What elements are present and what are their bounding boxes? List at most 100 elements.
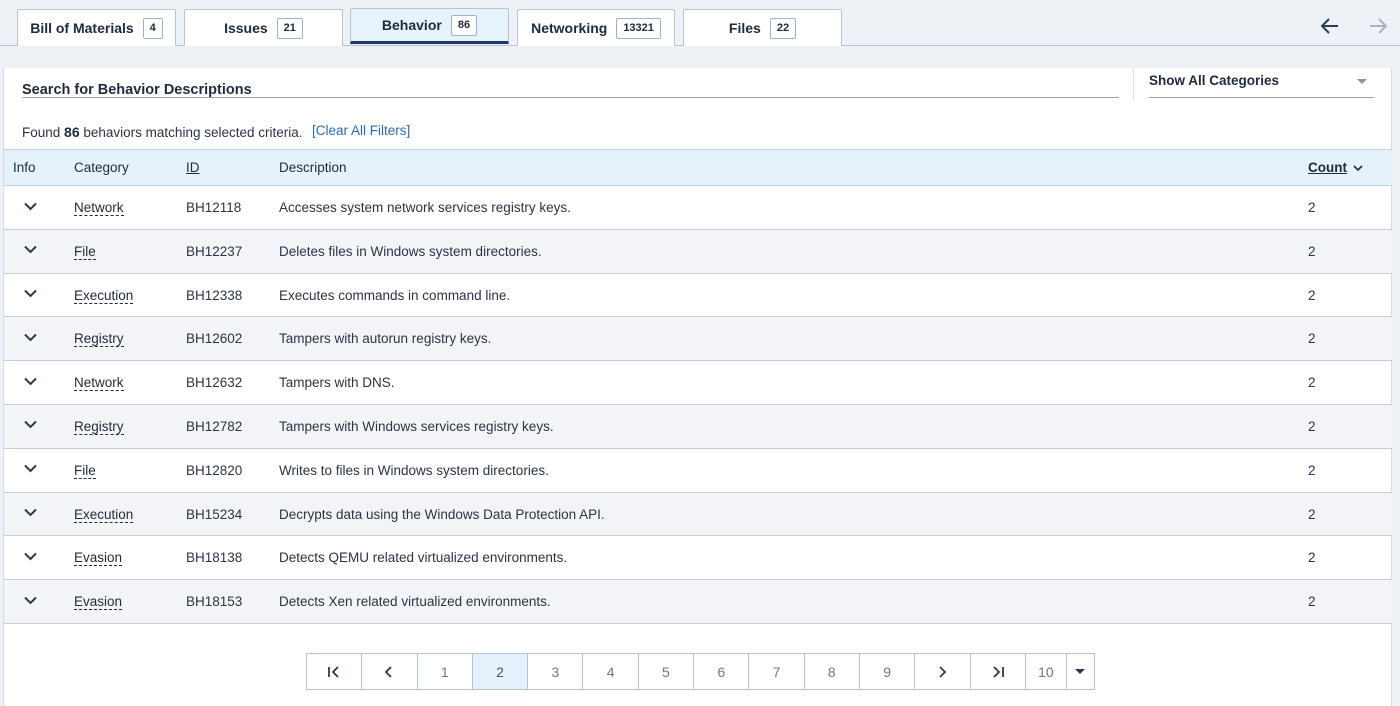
search-input[interactable]: Search for Behavior Descriptions [22, 82, 252, 98]
arrow-right-icon[interactable] [1366, 14, 1390, 38]
category-link[interactable]: File [74, 244, 96, 260]
tab-label: Issues [224, 20, 268, 36]
behavior-description: Detects Xen related virtualized environm… [279, 594, 551, 610]
chevron-down-icon[interactable] [22, 548, 38, 564]
category-link[interactable]: Evasion [74, 594, 123, 611]
page-button-7[interactable]: 7 [749, 654, 805, 689]
tab-behavior[interactable]: Behavior 86 [350, 8, 509, 44]
chevron-down-icon[interactable] [1357, 79, 1367, 84]
chevron-down-icon[interactable] [22, 329, 38, 345]
page-size-caret[interactable] [1065, 654, 1094, 689]
tab-label: Bill of Materials [30, 20, 134, 36]
page-size-value: 10 [1038, 663, 1054, 680]
first-page-icon [328, 665, 339, 678]
behavior-id: BH12632 [186, 375, 243, 391]
page-button-4[interactable]: 4 [583, 654, 639, 689]
last-page-icon [993, 665, 1004, 678]
category-link[interactable]: Network [74, 375, 124, 392]
table-body: Network BH12118 Accesses system network se… [4, 186, 1392, 624]
tab-count-badge: 21 [276, 17, 303, 39]
tab-bar: Bill of Materials 4 Issues 21 Behavior 8… [0, 0, 1400, 46]
tab-count-badge: 22 [769, 17, 797, 39]
page-button-3[interactable]: 3 [528, 654, 584, 689]
page-button-8[interactable]: 8 [804, 654, 860, 689]
page-button-6[interactable]: 6 [694, 654, 750, 689]
behavior-description: Detects QEMU related virtualized environ… [279, 550, 568, 566]
table-row[interactable]: File BH12237 Deletes files in Windows syst… [4, 229, 1392, 274]
tab-networking[interactable]: Networking 13321 [517, 9, 675, 46]
chevron-down-icon[interactable] [22, 286, 38, 302]
divider [1133, 68, 1134, 99]
caret-down-icon [1075, 669, 1086, 674]
page-button-1[interactable]: 1 [417, 654, 473, 689]
header-category: Category [74, 160, 129, 175]
behavior-id: BH12237 [186, 243, 243, 259]
category-link[interactable]: Evasion [74, 550, 123, 567]
results-suffix: behaviors matching selected criteria. [83, 125, 303, 140]
chevron-left-icon [385, 665, 393, 678]
chevron-down-icon[interactable] [22, 242, 38, 258]
category-underline [1149, 97, 1374, 98]
behavior-id: BH12782 [186, 418, 243, 434]
category-link[interactable]: Execution [74, 288, 134, 304]
behavior-count: 2 [1308, 506, 1316, 522]
page-size-select[interactable]: 10 [1025, 654, 1094, 689]
results-count: 86 [64, 124, 80, 140]
page-button-9[interactable]: 9 [859, 654, 916, 689]
table-row[interactable]: Execution BH12338 Executes commands in com… [4, 274, 1392, 318]
results-summary: Found 86 behaviors matching selected cri… [22, 124, 303, 140]
clear-filters-link[interactable]: [Clear All Filters] [312, 123, 410, 138]
table-row[interactable]: Evasion BH18138 Detects QEMU related virtu… [4, 536, 1392, 581]
table-row[interactable]: Evasion BH18153 Detects Xen related virtua… [4, 580, 1392, 624]
header-count[interactable]: Count [1308, 160, 1363, 175]
chevron-down-icon[interactable] [22, 505, 38, 521]
category-select[interactable]: Show All Categories [1149, 73, 1374, 88]
table-row[interactable]: File BH12820 Writes to files in Windows sy… [4, 449, 1392, 493]
behavior-count: 2 [1308, 462, 1316, 478]
chevron-down-icon[interactable] [22, 373, 38, 389]
behavior-count: 2 [1308, 243, 1316, 259]
tab-files[interactable]: Files 22 [683, 9, 842, 46]
behavior-description: Accesses system network services registr… [279, 200, 571, 215]
prev-page-button[interactable] [362, 654, 418, 689]
tab-label: Networking [531, 20, 608, 36]
category-link[interactable]: Registry [74, 419, 124, 435]
table-row[interactable]: Network BH12118 Accesses system network se… [4, 186, 1392, 230]
arrow-left-icon[interactable] [1318, 14, 1342, 38]
behavior-count: 2 [1308, 550, 1316, 566]
behavior-description: Tampers with Windows services registry k… [279, 418, 554, 434]
chevron-down-icon[interactable] [22, 417, 38, 433]
tab-count-badge: 86 [450, 14, 478, 36]
behavior-count: 2 [1308, 594, 1316, 610]
next-page-button[interactable] [915, 654, 971, 689]
chevron-down-icon[interactable] [22, 592, 38, 608]
category-link[interactable]: Network [74, 200, 124, 216]
header-count-label: Count [1308, 160, 1347, 175]
table-row[interactable]: Network BH12632 Tampers with DNS. 2 [4, 361, 1392, 405]
header-description: Description [279, 160, 347, 175]
behavior-id: BH12338 [186, 287, 243, 303]
table-row[interactable]: Execution BH15234 Decrypts data using the … [4, 492, 1392, 537]
behavior-count: 2 [1308, 375, 1316, 391]
table-row[interactable]: Registry BH12602 Tampers with autorun regi… [4, 317, 1392, 362]
category-link[interactable]: Execution [74, 507, 134, 523]
table-header: Info Category ID Description Count [4, 149, 1392, 186]
category-link[interactable]: File [74, 463, 96, 479]
behavior-count: 2 [1308, 200, 1316, 215]
tab-issues[interactable]: Issues 21 [184, 9, 343, 46]
page-button-2[interactable]: 2 [472, 654, 529, 689]
last-page-button[interactable] [970, 654, 1026, 689]
behavior-id: BH12118 [186, 200, 242, 215]
category-link[interactable]: Registry [74, 331, 124, 348]
chevron-down-icon[interactable] [22, 461, 38, 477]
first-page-button[interactable] [307, 654, 363, 689]
page-button-5[interactable]: 5 [638, 654, 695, 689]
tab-bill-of-materials[interactable]: Bill of Materials 4 [17, 9, 176, 46]
chevron-down-icon[interactable] [22, 198, 38, 214]
behavior-count: 2 [1308, 418, 1316, 434]
chevron-right-icon [939, 665, 947, 678]
header-id[interactable]: ID [186, 160, 200, 175]
table-row[interactable]: Registry BH12782 Tampers with Windows serv… [4, 404, 1392, 449]
pagination: 123456789 10 [306, 653, 1095, 690]
results-prefix: Found [22, 125, 61, 140]
